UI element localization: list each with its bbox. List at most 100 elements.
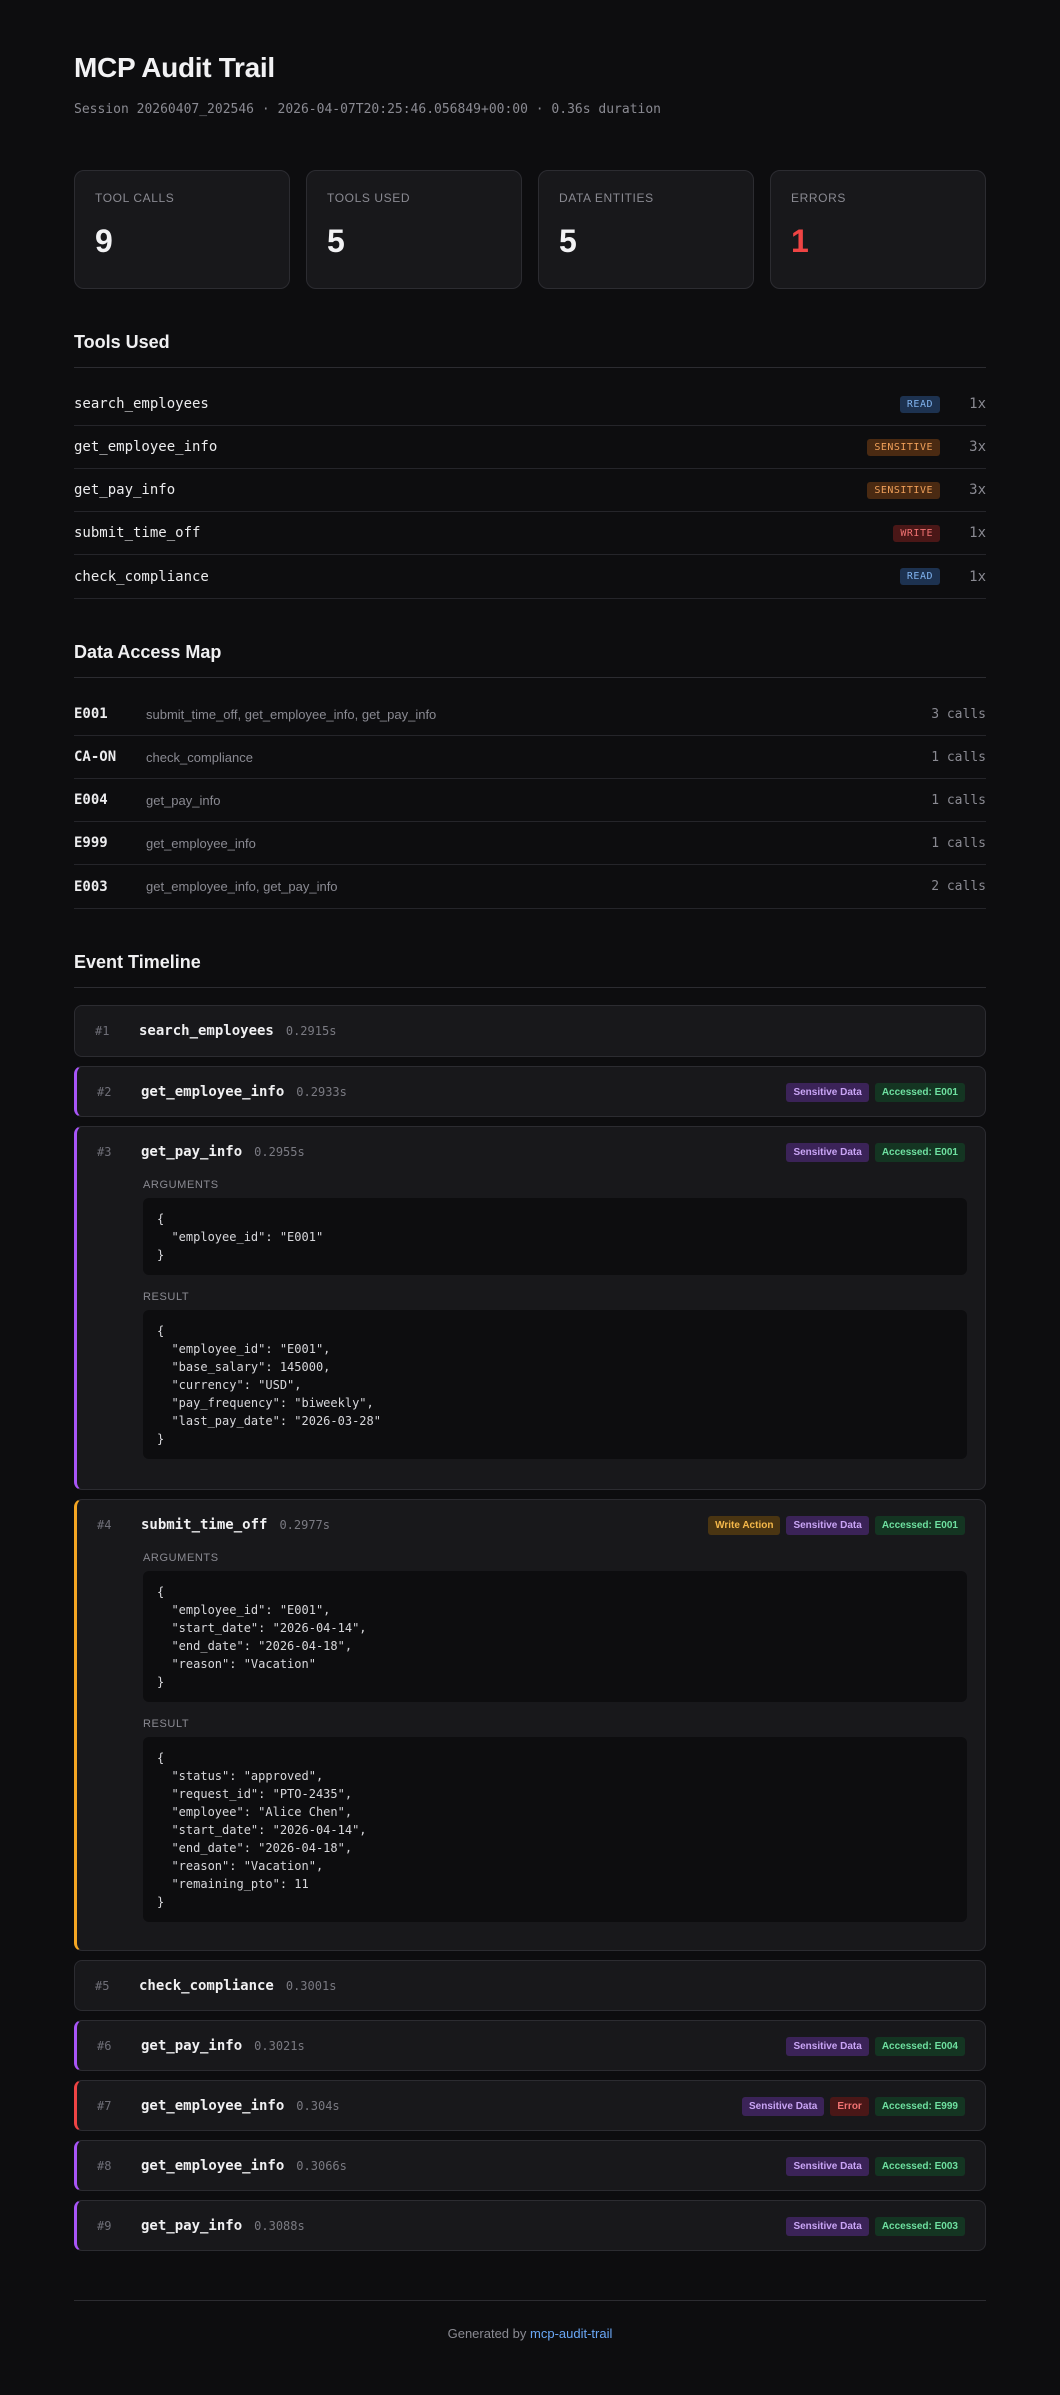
tool-count: 1x bbox=[969, 396, 986, 412]
session-subtitle: Session 20260407_202546 · 2026-04-07T20:… bbox=[74, 102, 661, 117]
footer: Generated by mcp-audit-trail bbox=[74, 2326, 986, 2341]
stat-tool-calls: TOOL CALLS 9 bbox=[74, 170, 290, 289]
entity-tools: check_compliance bbox=[146, 749, 253, 765]
timeline-event[interactable]: #6 get_pay_info 0.3021s Sensitive Data A… bbox=[74, 2020, 986, 2071]
stat-value: 5 bbox=[559, 223, 577, 259]
entity-row: E004 get_pay_info 1 calls bbox=[74, 779, 986, 822]
accessed-badge: Accessed: E001 bbox=[874, 1515, 965, 1535]
accessed-badge: Accessed: E001 bbox=[874, 1142, 965, 1162]
tool-count: 3x bbox=[969, 439, 986, 455]
timeline-event[interactable]: #4 submit_time_off 0.2977s Write Action … bbox=[74, 1499, 986, 1951]
sensitive-data-badge: Sensitive Data bbox=[786, 2216, 869, 2236]
event-number: #2 bbox=[97, 1085, 112, 1099]
event-duration: 0.3021s bbox=[254, 2039, 305, 2053]
tool-tag: READ bbox=[899, 395, 940, 413]
accessed-badge: Accessed: E004 bbox=[874, 2036, 965, 2056]
stat-errors: ERRORS 1 bbox=[770, 170, 986, 289]
event-tool-name: get_pay_info bbox=[141, 1144, 243, 1160]
sensitive-data-badge: Sensitive Data bbox=[786, 2156, 869, 2176]
stat-label: DATA ENTITIES bbox=[559, 191, 654, 205]
timeline-event[interactable]: #8 get_employee_info 0.3066s Sensitive D… bbox=[74, 2140, 986, 2191]
footer-link[interactable]: mcp-audit-trail bbox=[530, 2326, 612, 2341]
event-duration: 0.2955s bbox=[254, 1145, 305, 1159]
accessed-badge: Accessed: E003 bbox=[874, 2156, 965, 2176]
entity-calls: 3 calls bbox=[931, 706, 986, 722]
entity-row: E001 submit_time_off, get_employee_info,… bbox=[74, 693, 986, 736]
arguments-code: { "employee_id": "E001" } bbox=[143, 1198, 967, 1275]
tool-name: submit_time_off bbox=[74, 525, 201, 541]
event-tool-name: search_employees bbox=[139, 1023, 274, 1039]
event-number: #4 bbox=[97, 1518, 112, 1532]
tool-count: 1x bbox=[969, 568, 986, 585]
event-number: #1 bbox=[95, 1024, 110, 1038]
entity-tools: get_pay_info bbox=[146, 792, 221, 808]
stat-label: TOOL CALLS bbox=[95, 191, 175, 205]
tool-row: check_compliance READ 1x bbox=[74, 555, 986, 599]
event-number: #5 bbox=[95, 1979, 110, 1993]
result-label: RESULT bbox=[143, 1291, 190, 1303]
event-number: #9 bbox=[97, 2219, 112, 2233]
tools-used-heading: Tools Used bbox=[74, 332, 170, 352]
event-tool-name: get_employee_info bbox=[141, 2158, 285, 2174]
accessed-badge: Accessed: E003 bbox=[874, 2216, 965, 2236]
tool-name: search_employees bbox=[74, 396, 209, 412]
write-action-badge: Write Action bbox=[708, 1515, 781, 1535]
event-duration: 0.2933s bbox=[296, 1085, 347, 1099]
entity-row: E003 get_employee_info, get_pay_info 2 c… bbox=[74, 865, 986, 909]
stat-value: 1 bbox=[791, 223, 809, 259]
entity-calls: 2 calls bbox=[931, 879, 986, 894]
data-access-heading: Data Access Map bbox=[74, 642, 222, 662]
timeline-event[interactable]: #2 get_employee_info 0.2933s Sensitive D… bbox=[74, 1066, 986, 1117]
tool-count: 3x bbox=[969, 482, 986, 498]
divider bbox=[74, 677, 986, 678]
tool-name: get_employee_info bbox=[74, 439, 218, 455]
tool-count: 1x bbox=[969, 525, 986, 541]
entity-tools: get_employee_info bbox=[146, 835, 256, 851]
timeline-heading: Event Timeline bbox=[74, 952, 201, 972]
tool-tag: WRITE bbox=[893, 524, 940, 542]
event-tool-name: get_employee_info bbox=[141, 1084, 285, 1100]
entity-calls: 1 calls bbox=[931, 749, 986, 765]
tool-tag: SENSITIVE bbox=[867, 438, 940, 456]
stat-value: 9 bbox=[95, 223, 113, 259]
timeline-event[interactable]: #7 get_employee_info 0.304s Sensitive Da… bbox=[74, 2080, 986, 2131]
stat-data-entities: DATA ENTITIES 5 bbox=[538, 170, 754, 289]
event-duration: 0.2977s bbox=[279, 1518, 331, 1532]
event-tool-name: get_pay_info bbox=[141, 2038, 243, 2054]
stat-tools-used: TOOLS USED 5 bbox=[306, 170, 522, 289]
event-tool-name: get_pay_info bbox=[141, 2218, 243, 2234]
event-duration: 0.3066s bbox=[296, 2159, 347, 2173]
divider bbox=[74, 987, 986, 988]
tool-name: check_compliance bbox=[74, 568, 209, 585]
sensitive-data-badge: Sensitive Data bbox=[786, 2036, 869, 2056]
arguments-label: ARGUMENTS bbox=[143, 1552, 219, 1564]
sensitive-data-badge: Sensitive Data bbox=[786, 1515, 869, 1535]
entity-row: CA-ON check_compliance 1 calls bbox=[74, 736, 986, 779]
timeline-event[interactable]: #5 check_compliance 0.3001s bbox=[74, 1960, 986, 2011]
footer-prefix: Generated by bbox=[447, 2326, 527, 2341]
timeline-event[interactable]: #9 get_pay_info 0.3088s Sensitive Data A… bbox=[74, 2200, 986, 2251]
tool-row: submit_time_off WRITE 1x bbox=[74, 512, 986, 555]
sensitive-data-badge: Sensitive Data bbox=[786, 1082, 869, 1102]
timeline-event[interactable]: #1 search_employees 0.2915s bbox=[74, 1005, 986, 1057]
event-number: #3 bbox=[97, 1145, 112, 1159]
footer-divider bbox=[74, 2300, 986, 2301]
event-number: #8 bbox=[97, 2159, 112, 2173]
entity-row: E999 get_employee_info 1 calls bbox=[74, 822, 986, 865]
result-code: { "status": "approved", "request_id": "P… bbox=[143, 1737, 967, 1922]
entity-id: CA-ON bbox=[74, 749, 117, 765]
event-number: #6 bbox=[97, 2039, 112, 2053]
stat-value: 5 bbox=[327, 223, 345, 259]
event-number: #7 bbox=[97, 2099, 112, 2113]
result-label: RESULT bbox=[143, 1718, 190, 1730]
entity-id: E999 bbox=[74, 835, 108, 851]
entity-id: E001 bbox=[74, 706, 108, 722]
entity-calls: 1 calls bbox=[931, 792, 986, 808]
entity-calls: 1 calls bbox=[931, 835, 986, 851]
event-tool-name: check_compliance bbox=[139, 1978, 274, 1994]
tool-name: get_pay_info bbox=[74, 482, 176, 498]
stats-cards: TOOL CALLS 9 TOOLS USED 5 DATA ENTITIES … bbox=[74, 170, 986, 289]
arguments-code: { "employee_id": "E001", "start_date": "… bbox=[143, 1571, 967, 1702]
page-title: MCP Audit Trail bbox=[74, 52, 275, 83]
timeline-event[interactable]: #3 get_pay_info 0.2955s Sensitive Data A… bbox=[74, 1126, 986, 1490]
